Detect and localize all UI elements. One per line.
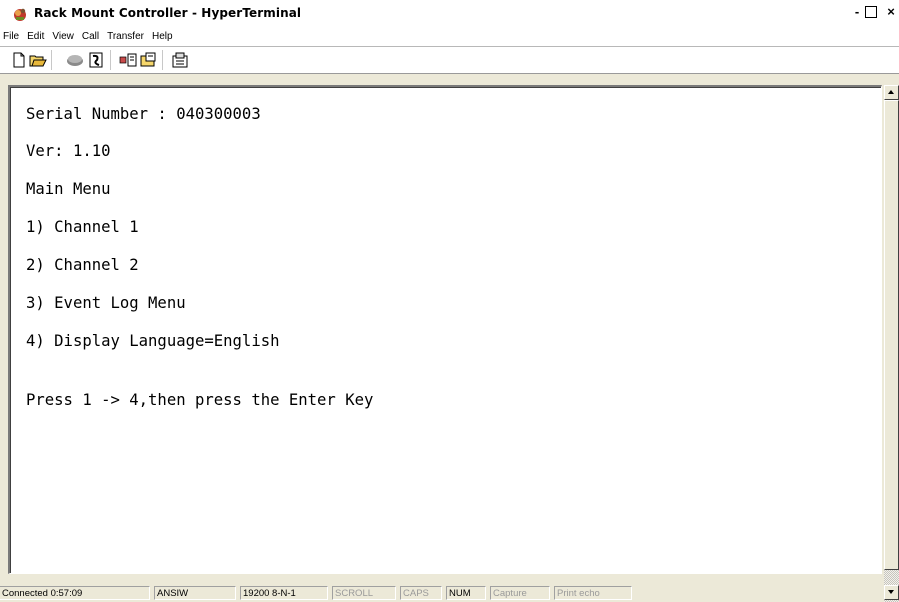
receive-icon[interactable] — [140, 51, 158, 69]
send-icon[interactable] — [119, 51, 137, 69]
toolbar — [0, 47, 899, 74]
scroll-up-button[interactable] — [884, 85, 899, 100]
scrollbar-thumb[interactable] — [884, 100, 899, 570]
menu-call[interactable]: Call — [78, 27, 103, 47]
disconnect-icon[interactable] — [66, 51, 84, 69]
menu-option-channel-2: 2) Channel 2 — [26, 256, 139, 274]
window-title: Rack Mount Controller - HyperTerminal — [34, 6, 302, 20]
main-menu-heading: Main Menu — [26, 180, 111, 198]
toolbar-separator — [51, 50, 52, 70]
menu-edit[interactable]: Edit — [23, 27, 48, 47]
scroll-down-button[interactable] — [884, 585, 899, 600]
menu-help[interactable]: Help — [148, 27, 177, 47]
status-connected-time: Connected 0:57:09 — [0, 586, 150, 600]
title-bar: Rack Mount Controller - HyperTerminal - … — [0, 0, 899, 26]
toolbar-separator — [110, 50, 111, 70]
menu-option-event-log: 3) Event Log Menu — [26, 294, 186, 312]
instruction-line: Press 1 -> 4,then press the Enter Key — [26, 391, 374, 409]
dial-icon[interactable] — [87, 51, 105, 69]
status-scroll: SCROLL — [332, 586, 396, 600]
open-icon[interactable] — [29, 51, 47, 69]
arrow-up-icon — [888, 90, 894, 94]
status-capture: Capture — [490, 586, 550, 600]
status-emulation: ANSIW — [154, 586, 236, 600]
status-num: NUM — [446, 586, 486, 600]
serial-number-line: Serial Number : 040300003 — [26, 105, 261, 123]
status-print-echo: Print echo — [554, 586, 632, 600]
status-port-settings: 19200 8-N-1 — [240, 586, 328, 600]
menu-bar: File Edit View Call Transfer Help — [0, 26, 899, 47]
new-connection-icon[interactable] — [10, 51, 28, 69]
menu-option-channel-1: 1) Channel 1 — [26, 218, 139, 236]
status-caps: CAPS — [400, 586, 442, 600]
menu-file[interactable]: File — [0, 27, 23, 47]
menu-option-display-language: 4) Display Language=English — [26, 332, 280, 350]
toolbar-separator — [162, 50, 163, 70]
close-button[interactable]: × — [885, 5, 897, 19]
menu-transfer[interactable]: Transfer — [103, 27, 148, 47]
arrow-down-icon — [888, 590, 894, 594]
minimize-button[interactable]: - — [852, 5, 862, 19]
hyperterminal-app-icon[interactable] — [12, 6, 28, 22]
properties-icon[interactable] — [171, 51, 189, 69]
menu-view[interactable]: View — [48, 27, 78, 47]
terminal-output[interactable]: Serial Number : 040300003 Ver: 1.10 Main… — [14, 91, 874, 565]
status-bar: Connected 0:57:09 ANSIW 19200 8-N-1 SCRO… — [0, 585, 884, 602]
maximize-button[interactable] — [865, 6, 877, 18]
version-line: Ver: 1.10 — [26, 142, 111, 160]
